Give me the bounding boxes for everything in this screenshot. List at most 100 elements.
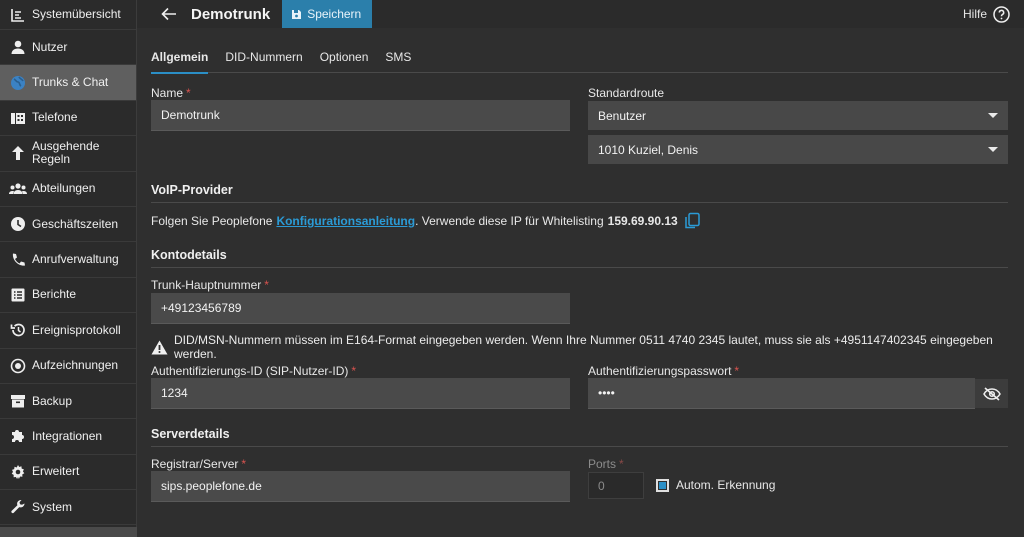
sidebar-item-abteilungen[interactable]: Abteilungen: [0, 172, 136, 207]
required-marker: *: [186, 86, 191, 100]
auth-id-input[interactable]: 1234: [151, 378, 570, 409]
sidebar-item-telefone[interactable]: Telefone: [0, 101, 136, 137]
ports-label-text: Ports: [588, 457, 617, 471]
name-label-text: Name: [151, 86, 184, 100]
sidebar-item-label: Systemübersicht: [32, 7, 121, 21]
auto-detect-label: Autom. Erkennung: [676, 478, 776, 492]
tab-optionen[interactable]: Optionen: [320, 40, 369, 73]
sidebar-item-geschaeftszeiten[interactable]: Geschäftszeiten: [0, 207, 136, 243]
main-number-input[interactable]: +49123456789: [151, 293, 570, 324]
sidebar-item-label: Telefone: [32, 110, 78, 125]
help-circle-icon: [993, 5, 1010, 23]
sidebar-item-systemuebersicht[interactable]: Systemübersicht: [0, 0, 136, 30]
sidebar-item-label: Backup: [32, 393, 73, 408]
arrow-up-icon: [9, 144, 27, 162]
top-bar: Demotrunk Speichern Hilfe: [137, 0, 1024, 28]
server-details-heading: Serverdetails: [151, 427, 1008, 447]
auth-password-label-text: Authentifizierungspasswort: [588, 364, 732, 378]
sidebar-item-label: Trunks & Chat: [32, 75, 109, 90]
sidebar-item-aufzeichnungen[interactable]: Aufzeichnungen: [0, 349, 136, 384]
registrar-label: Registrar/Server *: [151, 457, 246, 471]
auto-detect-checkbox[interactable]: Autom. Erkennung: [656, 478, 775, 492]
auth-id-label-text: Authentifizierungs-ID (SIP-Nutzer-ID): [151, 364, 349, 378]
sidebar-item-label: Geschäftszeiten: [32, 216, 119, 231]
sidebar-item-nutzer[interactable]: Nutzer: [0, 30, 136, 66]
sidebar-item-ausgehende-regeln[interactable]: Ausgehende Regeln: [0, 136, 136, 172]
required-marker: *: [351, 364, 357, 378]
tab-bar: Allgemein DID-Nummern Optionen SMS: [151, 40, 1008, 74]
required-marker: *: [734, 364, 740, 378]
save-button[interactable]: Speichern: [282, 0, 373, 28]
required-marker: *: [264, 278, 269, 292]
tab-did-nummern[interactable]: DID-Nummern: [225, 40, 302, 73]
route-select-value: Benutzer: [598, 108, 647, 123]
name-label: Name *: [151, 86, 191, 100]
voip-provider-heading: VoIP-Provider: [151, 183, 1008, 203]
eye-off-icon: [982, 386, 1001, 401]
sidebar-item-backup[interactable]: Backup: [0, 384, 136, 420]
route-select[interactable]: Benutzer: [588, 101, 1008, 130]
sidebar-item-label: Integrationen: [32, 428, 103, 443]
voip-text-after: . Verwende diese IP für Whitelisting: [415, 214, 604, 228]
registrar-input[interactable]: sips.peoplefone.de: [151, 471, 570, 502]
sidebar-item-integrationen[interactable]: Integrationen: [0, 419, 136, 455]
history-icon: [9, 321, 27, 339]
config-guide-link[interactable]: Konfigurationsanleitung: [276, 214, 415, 228]
sidebar-item-trunks-chat[interactable]: Trunks & Chat: [0, 65, 136, 101]
person-icon: [9, 38, 27, 56]
archive-icon: [9, 392, 27, 410]
sidebar-item-label: Ausgehende Regeln: [32, 139, 100, 167]
sidebar-item-ereignisprotokoll[interactable]: Ereignisprotokoll: [0, 313, 136, 349]
sidebar-item-berichte[interactable]: Berichte: [0, 278, 136, 314]
chevron-down-icon: [988, 113, 998, 118]
required-marker: *: [619, 457, 624, 471]
back-arrow-icon[interactable]: [157, 2, 181, 26]
e164-warning: DID/MSN-Nummern müssen im E164-Format ei…: [151, 333, 1024, 361]
auth-id-label: Authentifizierungs-ID (SIP-Nutzer-ID) *: [151, 364, 356, 378]
tab-allgemein[interactable]: Allgemein: [151, 40, 209, 74]
registrar-label-text: Registrar/Server: [151, 457, 239, 471]
chevron-down-icon: [988, 147, 998, 152]
sidebar-item-label: Ereignisprotokoll: [32, 322, 121, 337]
phone-icon: [9, 251, 27, 269]
sidebar-item-label: Berichte: [32, 287, 77, 302]
sidebar-item-system[interactable]: System: [0, 490, 136, 526]
help-label: Hilfe: [962, 7, 987, 21]
globe-icon: [9, 74, 27, 92]
main-number-label: Trunk-Hauptnummer *: [151, 278, 269, 292]
clock-icon: [9, 215, 27, 233]
sidebar-item-label: Abteilungen: [32, 181, 96, 196]
copy-icon[interactable]: [683, 212, 701, 230]
sidebar-item-anrufverwaltung[interactable]: Anrufverwaltung: [0, 242, 136, 278]
tab-sms[interactable]: SMS: [385, 40, 411, 73]
puzzle-icon: [9, 427, 27, 445]
ports-label: Ports *: [588, 457, 624, 471]
account-details-heading: Kontodetails: [151, 248, 1008, 268]
route-label: Standardroute: [588, 86, 665, 100]
ports-input[interactable]: 0: [588, 472, 644, 499]
sidebar-item-label: Erweitert: [32, 464, 80, 479]
voip-text-before: Folgen Sie Peoplefone: [151, 214, 273, 228]
voip-info: Folgen Sie Peoplefone Konfigurationsanle…: [151, 212, 701, 230]
route-user-select[interactable]: 1010 Kuziel, Denis: [588, 135, 1008, 164]
save-button-label: Speichern: [307, 7, 362, 21]
sidebar-item-label: Anrufverwaltung: [32, 252, 119, 267]
route-user-select-value: 1010 Kuziel, Denis: [598, 142, 699, 157]
phone-device-icon: [9, 109, 27, 127]
sidebar-item-label: System: [32, 499, 73, 514]
toggle-password-visibility-button[interactable]: [975, 379, 1008, 408]
required-marker: *: [241, 457, 247, 471]
record-icon: [9, 357, 27, 375]
auth-password-label: Authentifizierungspasswort *: [588, 364, 739, 378]
sidebar-item-label: Aufzeichnungen: [32, 358, 119, 373]
help-button[interactable]: Hilfe: [963, 0, 1010, 28]
sidebar-item-erweitert[interactable]: Erweitert: [0, 455, 136, 491]
sidebar-item-label: Nutzer: [32, 39, 68, 54]
main-number-label-text: Trunk-Hauptnummer: [151, 278, 262, 292]
name-input[interactable]: Demotrunk: [151, 100, 570, 131]
warning-triangle-icon: [151, 340, 168, 355]
whitelist-ip: 159.69.90.13: [607, 214, 678, 228]
sidebar-footer: [0, 527, 137, 537]
dashboard-icon: [9, 6, 27, 24]
auth-password-input[interactable]: ••••: [588, 378, 975, 409]
